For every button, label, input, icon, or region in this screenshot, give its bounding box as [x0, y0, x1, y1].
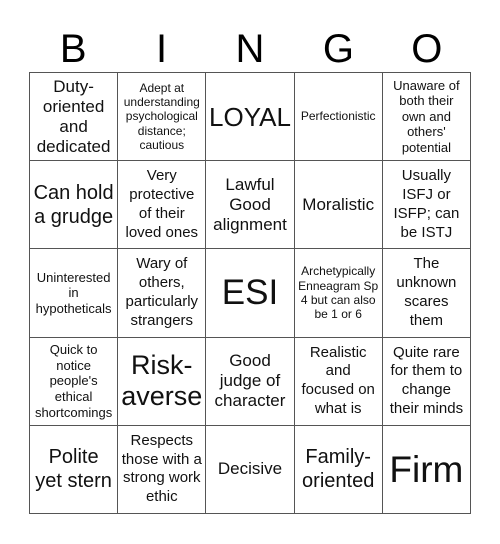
bingo-cell[interactable]: ESI — [206, 249, 295, 338]
bingo-cell[interactable]: Good judge of character — [206, 337, 295, 426]
bingo-cell[interactable]: LOYAL — [206, 73, 295, 162]
bingo-cell[interactable]: Duty-oriented and dedicated — [30, 73, 119, 162]
bingo-cell[interactable]: Family-oriented — [294, 425, 383, 514]
bingo-cell[interactable]: Moralistic — [294, 161, 383, 250]
bingo-cell[interactable]: Decisive — [206, 425, 295, 514]
bingo-cell[interactable]: Adept at understanding psychological dis… — [118, 73, 207, 162]
bingo-header: B I N G O — [29, 26, 471, 72]
bingo-cell[interactable]: Unaware of both their own and others' po… — [382, 73, 471, 162]
bingo-cell[interactable]: Lawful Good alignment — [206, 161, 295, 250]
header-letter-o: O — [411, 27, 443, 71]
bingo-cell[interactable]: Quite rare for them to change their mind… — [382, 337, 471, 426]
bingo-cell[interactable]: Firm — [382, 425, 471, 514]
bingo-cell[interactable]: Uninterested in hypotheticals — [30, 249, 119, 338]
header-letter-b: B — [59, 27, 87, 71]
bingo-cell[interactable]: Very protective of their loved ones — [118, 161, 207, 250]
header-letter-n: N — [235, 27, 265, 71]
header-letter-i: I — [156, 27, 168, 71]
bingo-cell[interactable]: Respects those with a strong work ethic — [118, 425, 207, 514]
bingo-cell[interactable]: Realistic and focused on what is — [294, 337, 383, 426]
bingo-cell[interactable]: Wary of others, particularly strangers — [118, 249, 207, 338]
bingo-cell[interactable]: The unknown scares them — [382, 249, 471, 338]
header-letter-g: G — [322, 27, 354, 71]
bingo-cell[interactable]: Quick to notice people's ethical shortco… — [30, 337, 119, 426]
bingo-grid: Duty-oriented and dedicated Adept at und… — [29, 72, 471, 514]
bingo-cell[interactable]: Can hold a grudge — [30, 161, 119, 250]
bingo-cell[interactable]: Perfectionistic — [294, 73, 383, 162]
bingo-cell[interactable]: Polite yet stern — [30, 425, 119, 514]
bingo-cell[interactable]: Archetypically Enneagram Sp 4 but can al… — [294, 249, 383, 338]
bingo-cell[interactable]: Risk-averse — [118, 337, 207, 426]
bingo-cell[interactable]: Usually ISFJ or ISFP; can be ISTJ — [382, 161, 471, 250]
